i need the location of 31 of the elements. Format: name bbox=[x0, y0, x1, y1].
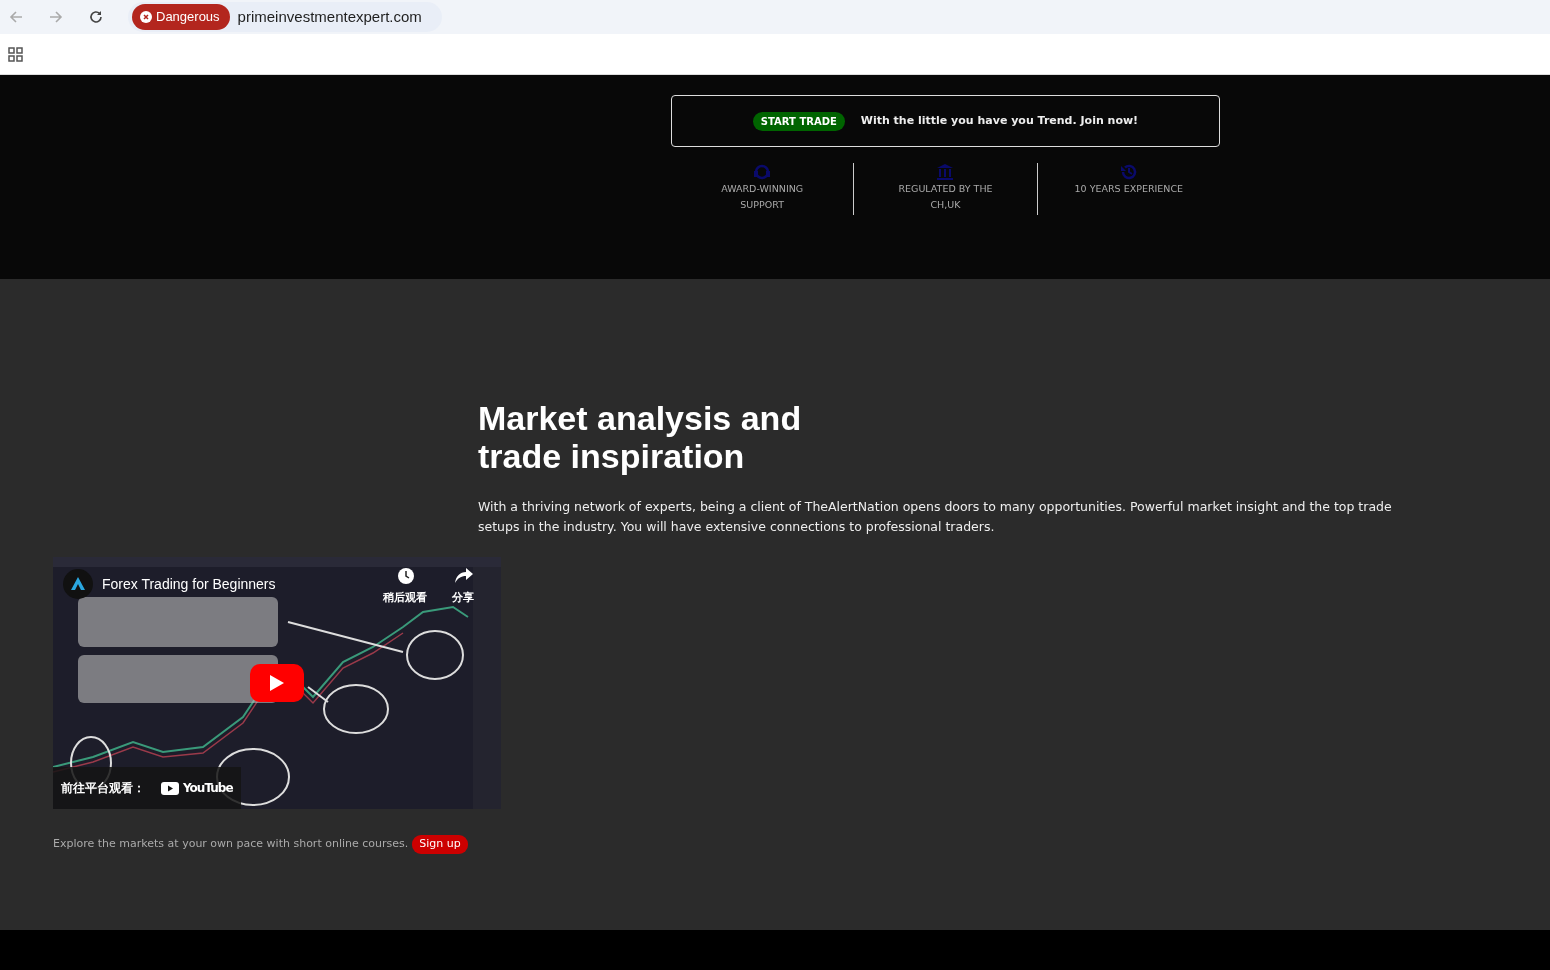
courses-text: Explore the markets at your own pace with short online courses. bbox=[53, 836, 409, 852]
share-icon[interactable] bbox=[455, 568, 473, 583]
feature-label: REGULATED BY THE CH,UK bbox=[897, 182, 994, 212]
watch-on-label: 前往平台观看： bbox=[61, 780, 145, 797]
play-button[interactable] bbox=[250, 664, 304, 702]
section-heading: Market analysis and trade inspiration bbox=[478, 399, 803, 475]
share-label[interactable]: 分享 bbox=[452, 590, 474, 607]
play-icon bbox=[270, 675, 284, 691]
feature-label: AWARD-WINNING SUPPORT bbox=[720, 182, 805, 212]
watch-on-bar[interactable]: 前往平台观看： YouTube bbox=[53, 767, 241, 809]
platform-name[interactable]: YouTube bbox=[183, 779, 233, 797]
security-chip[interactable]: Dangerous bbox=[132, 4, 230, 30]
bank-icon bbox=[936, 163, 955, 181]
play-logo-icon[interactable] bbox=[161, 781, 179, 795]
error-icon bbox=[140, 11, 152, 23]
watch-later-label[interactable]: 稍后观看 bbox=[383, 590, 427, 607]
channel-avatar-icon[interactable] bbox=[63, 569, 93, 599]
start-trade-button[interactable]: START TRADE bbox=[752, 111, 845, 131]
apps-icon[interactable] bbox=[8, 46, 23, 62]
clock-icon[interactable] bbox=[398, 568, 414, 584]
url-text: primeinvestmentexpert.com bbox=[237, 6, 422, 27]
address-bar[interactable]: Dangerous primeinvestmentexpert.com bbox=[128, 2, 442, 32]
video-title[interactable]: Forex Trading for Beginners bbox=[102, 574, 276, 595]
headset-icon bbox=[753, 163, 772, 181]
video-player[interactable]: Forex Trading for Beginners 稍后观看 分享 前往平台观看： YouTube bbox=[53, 557, 501, 809]
sign-up-button[interactable]: Sign up bbox=[412, 835, 468, 854]
history-icon bbox=[1119, 163, 1138, 181]
feature-label: 10 YEARS EXPERIENCE bbox=[1073, 182, 1184, 196]
section-text: With a thriving network of experts, being a client of TheAlertNation opens doors to many opportunities. Powerful market insight and the top trade setups in the industry. You will have extensive connections to professional traders. bbox=[478, 498, 1393, 536]
promo-text: With the little you have you Trend. Join now! bbox=[860, 112, 1139, 129]
reload-icon[interactable] bbox=[88, 9, 104, 25]
